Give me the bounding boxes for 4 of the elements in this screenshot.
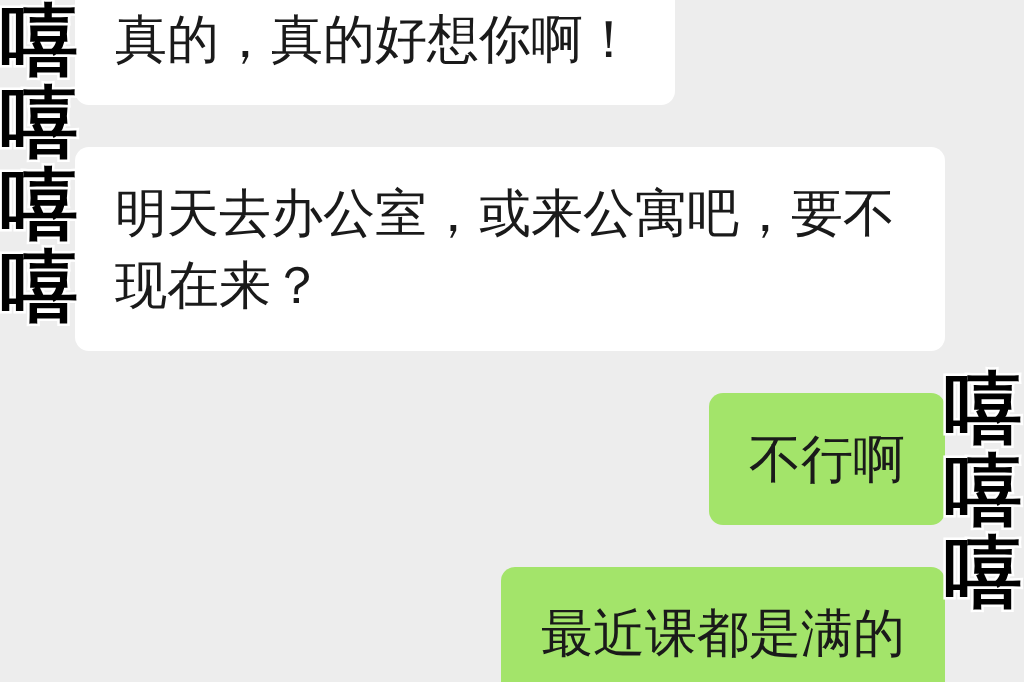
sticker-text: 嘻嘻嘻嘻 (0, 0, 78, 328)
message-bubble: 最近课都是满的 (501, 567, 945, 682)
sticker-text: 嘻嘻嘻 (944, 368, 1022, 614)
message-bubble: 不行啊 (709, 393, 945, 525)
